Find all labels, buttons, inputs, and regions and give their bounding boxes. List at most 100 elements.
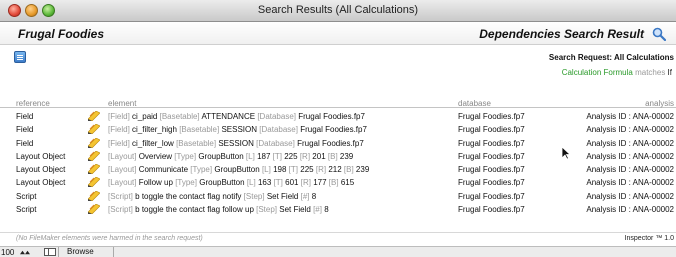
status-area-toggle-icon[interactable] — [44, 248, 56, 256]
element-cell: [Script] b toggle the contact flag notif… — [108, 192, 316, 201]
table-row[interactable]: Layout Object [Layout] Follow up [Type] G… — [0, 176, 676, 189]
element-tag: [Database] — [256, 138, 295, 148]
element-value: 198 — [273, 165, 287, 175]
element-value: GroupButton — [199, 178, 245, 188]
element-value: ci_filter_high — [132, 125, 177, 135]
mouse-pointer-icon — [561, 146, 571, 160]
element-tag: [Script] — [108, 191, 133, 201]
analysis-cell: Analysis ID : ANA-00002 — [586, 178, 674, 188]
element-value: GroupButton — [198, 151, 244, 161]
element-value: 239 — [355, 165, 370, 175]
criteria-type: Calculation Formula — [561, 68, 633, 77]
pencil-icon[interactable] — [88, 124, 100, 135]
element-tag: [R] — [299, 151, 311, 161]
reference-cell: Field — [16, 125, 34, 135]
zoom-level[interactable]: 100 — [1, 248, 14, 257]
element-tag: [Field] — [108, 125, 130, 135]
criteria-operator: matches — [635, 68, 666, 77]
pencil-icon[interactable] — [88, 111, 100, 121]
element-value: 225 — [284, 151, 298, 161]
element-value: ATTENDANCE — [201, 112, 256, 121]
database-cell: Frugal Foodies.fp7 — [458, 191, 525, 201]
page-title: Dependencies Search Result — [479, 27, 644, 41]
element-value: SESSION — [221, 125, 258, 135]
status-bar: 100 Browse — [0, 246, 676, 257]
table-row[interactable]: Layout Object [Layout] Overview [Type] Gr… — [0, 150, 676, 163]
element-tag: [Field] — [108, 112, 130, 121]
analysis-cell: Analysis ID : ANA-00002 — [586, 165, 674, 175]
column-header-database[interactable]: database — [458, 99, 491, 108]
database-cell: Frugal Foodies.fp7 — [458, 125, 525, 135]
window-titlebar: Search Results (All Calculations) — [0, 0, 676, 22]
element-value: 8 — [324, 205, 329, 215]
element-cell: [Field] ci_paid [Basetable] ATTENDANCE [… — [108, 112, 365, 121]
element-tag: [R] — [300, 178, 311, 188]
element-tag: [R] — [315, 165, 327, 175]
reference-cell: Script — [16, 191, 37, 201]
table-row[interactable]: Layout Object [Layout] Communicate [Type]… — [0, 163, 676, 176]
element-tag: [Basetable] — [159, 112, 200, 121]
element-tag: [L] — [245, 151, 255, 161]
element-tag: [Step] — [256, 205, 278, 215]
table-row[interactable]: Field [Field] ci_paid [Basetable] ATTENDA… — [0, 110, 676, 123]
element-tag: [T] — [273, 178, 283, 188]
window-title: Search Results (All Calculations) — [257, 4, 419, 16]
element-tag: [B] — [327, 151, 338, 161]
column-header-reference[interactable]: reference — [16, 99, 50, 108]
table-row[interactable]: Script [Script] b toggle the contact flag… — [0, 203, 676, 216]
list-view-icon[interactable] — [14, 51, 26, 63]
search-request-label: Search Request: All Calculations — [548, 53, 674, 62]
column-header-analysis[interactable]: analysis — [645, 99, 674, 108]
magnifier-icon[interactable] — [652, 27, 666, 41]
element-tag: [Type] — [175, 178, 197, 188]
pencil-icon[interactable] — [88, 177, 100, 188]
database-cell: Frugal Foodies.fp7 — [458, 138, 525, 148]
table-row[interactable]: Field [Field] ci_filter_high [Basetable] … — [0, 123, 676, 136]
element-value: Set Field — [266, 191, 299, 201]
table-row[interactable]: Field [Field] ci_filter_low [Basetable] S… — [0, 137, 676, 150]
database-cell: Frugal Foodies.fp7 — [458, 178, 525, 188]
reference-cell: Layout Object — [16, 178, 66, 188]
element-value: 163 — [257, 178, 272, 188]
mode-label[interactable]: Browse — [58, 247, 114, 257]
sub-toolbar: Search Request: All Calculations — [0, 46, 676, 68]
element-cell: [Layout] Overview [Type] GroupButton [L]… — [108, 152, 353, 161]
reference-cell: Field — [16, 138, 34, 148]
pencil-icon[interactable] — [88, 164, 100, 175]
column-header-element[interactable]: element — [108, 99, 136, 108]
element-tag: [L] — [261, 165, 271, 175]
element-value: 225 — [300, 165, 314, 175]
element-value: 177 — [313, 178, 327, 188]
element-tag: [#] — [300, 191, 310, 201]
database-cell: Frugal Foodies.fp7 — [458, 205, 525, 215]
element-tag: [L] — [246, 178, 256, 188]
element-tag: [Type] — [174, 151, 197, 161]
element-tag: [Step] — [243, 191, 265, 201]
pencil-icon[interactable] — [88, 190, 100, 201]
element-value: 615 — [340, 178, 355, 188]
table-row[interactable]: Script [Script] b toggle the contact flag… — [0, 190, 676, 203]
pencil-icon[interactable] — [88, 137, 100, 148]
element-tag: [T] — [288, 165, 299, 175]
element-value: 8 — [311, 191, 317, 201]
element-tag: [Type] — [190, 165, 213, 175]
element-value: b toggle the contact flag follow up — [135, 205, 254, 215]
element-cell: [Field] ci_filter_high [Basetable] SESSI… — [108, 125, 367, 134]
element-value: Overview — [138, 151, 173, 161]
pencil-icon[interactable] — [88, 204, 100, 215]
element-cell: [Layout] Follow up [Type] GroupButton [L… — [108, 178, 354, 187]
element-value: Set Field — [279, 205, 311, 215]
zoom-control-icon[interactable] — [20, 249, 30, 256]
search-criteria: Calculation Formula matches If — [562, 68, 672, 77]
pencil-icon[interactable] — [88, 150, 100, 161]
app-header: Frugal Foodies Dependencies Search Resul… — [0, 22, 676, 45]
element-value: ci_paid — [132, 112, 158, 121]
analysis-cell: Analysis ID : ANA-00002 — [586, 112, 674, 121]
element-cell: [Field] ci_filter_low [Basetable] SESSIO… — [108, 139, 364, 148]
analysis-cell: Analysis ID : ANA-00002 — [586, 151, 674, 161]
element-value: ci_filter_low — [132, 138, 174, 148]
element-value: Frugal Foodies.fp7 — [298, 112, 365, 121]
element-tag: [Layout] — [108, 151, 137, 161]
footer-brand: Inspector ™ 1.0 — [624, 235, 674, 242]
database-cell: Frugal Foodies.fp7 — [458, 151, 525, 161]
